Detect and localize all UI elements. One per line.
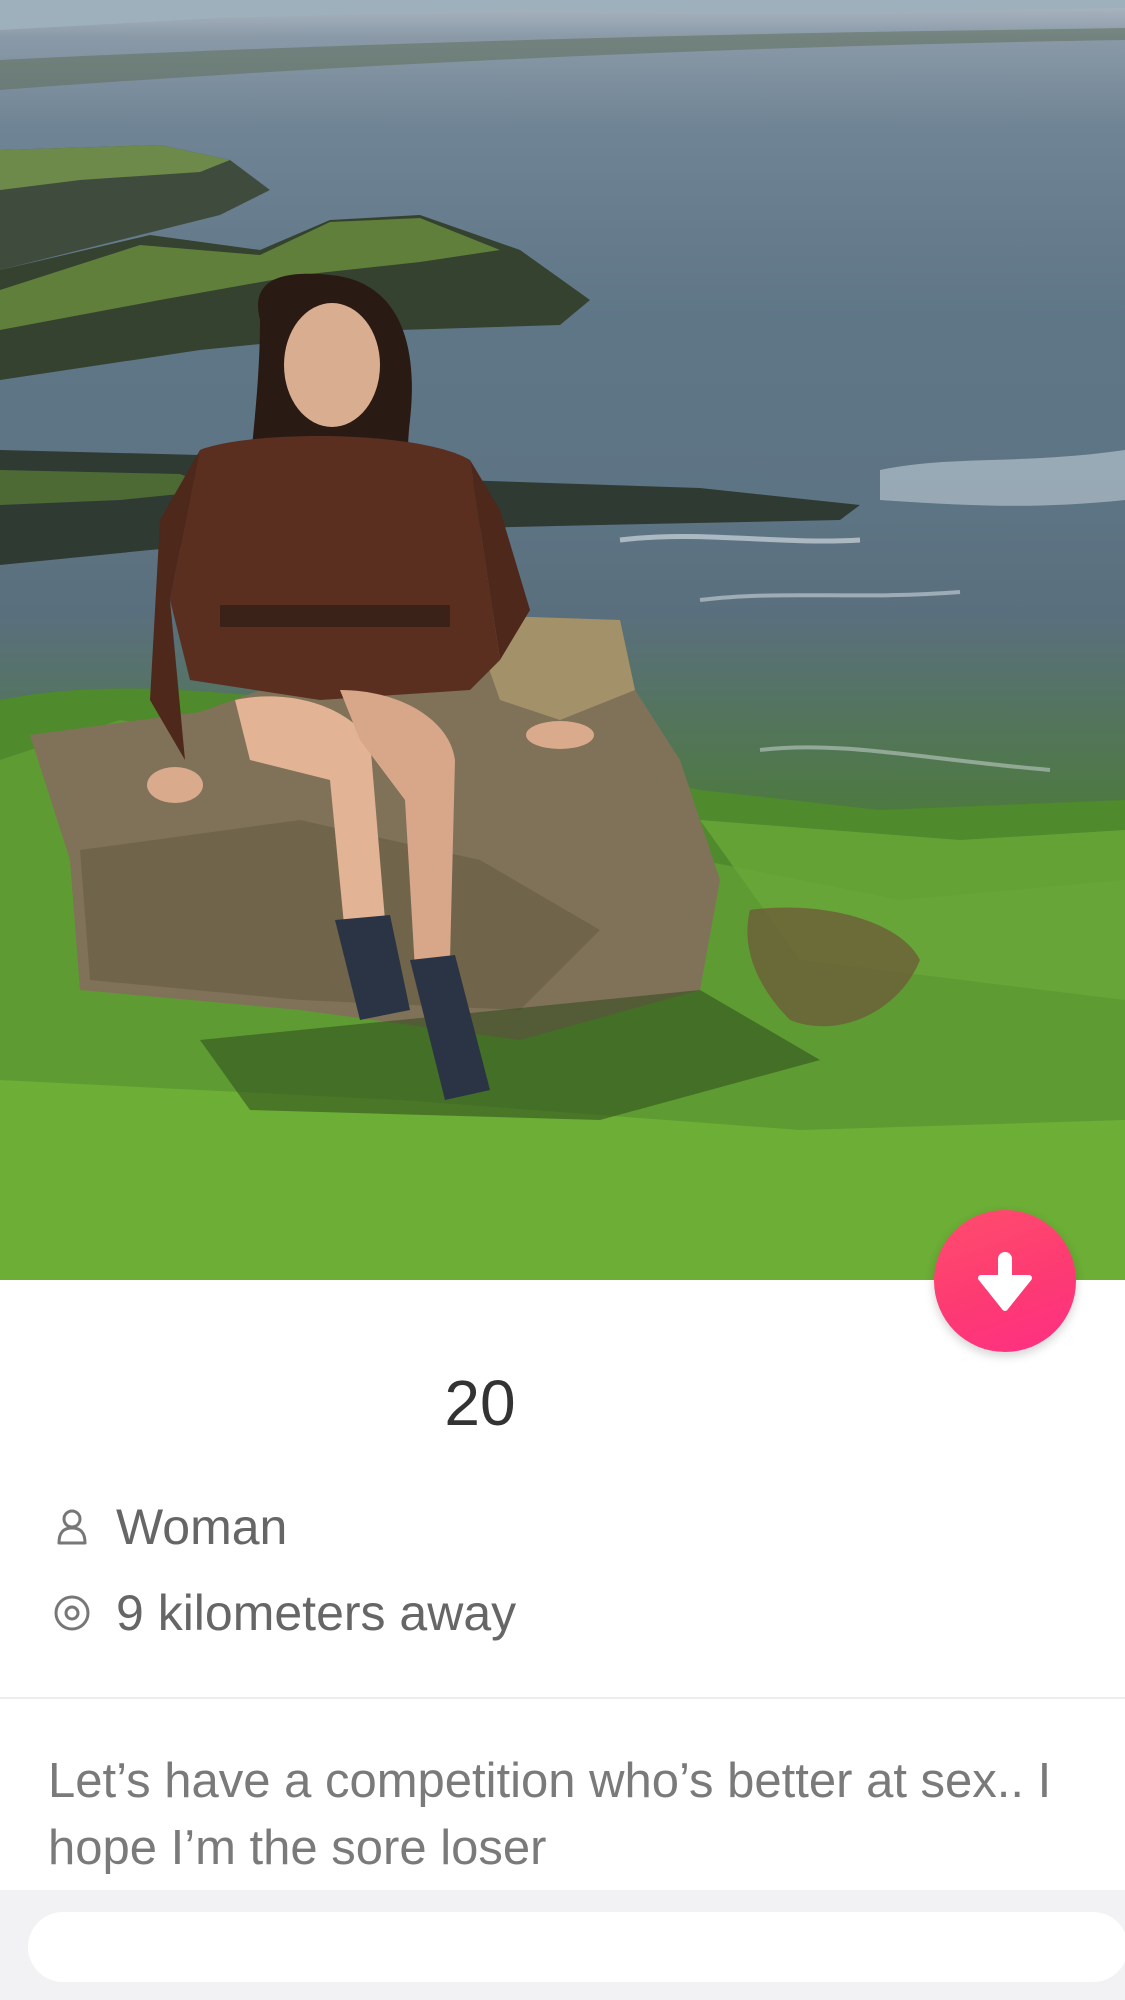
person-icon <box>52 1507 92 1547</box>
gender-label: Woman <box>116 1499 288 1555</box>
location-pin-icon <box>52 1593 92 1633</box>
distance-label: 9 kilometers away <box>116 1585 517 1641</box>
profile-photo[interactable] <box>0 0 1125 1280</box>
landscape-illustration <box>0 0 1125 1280</box>
collapse-profile-button[interactable] <box>934 1210 1076 1352</box>
bottom-card <box>28 1912 1125 1982</box>
profile-bio: Let’s have a competition who’s better at… <box>48 1754 1052 1875</box>
profile-age: 20 <box>444 1367 516 1439</box>
distance-row: 9 kilometers away <box>52 1584 516 1642</box>
gender-row: Woman <box>52 1498 287 1556</box>
arrow-down-icon <box>978 1252 1032 1311</box>
section-divider <box>0 1697 1125 1699</box>
